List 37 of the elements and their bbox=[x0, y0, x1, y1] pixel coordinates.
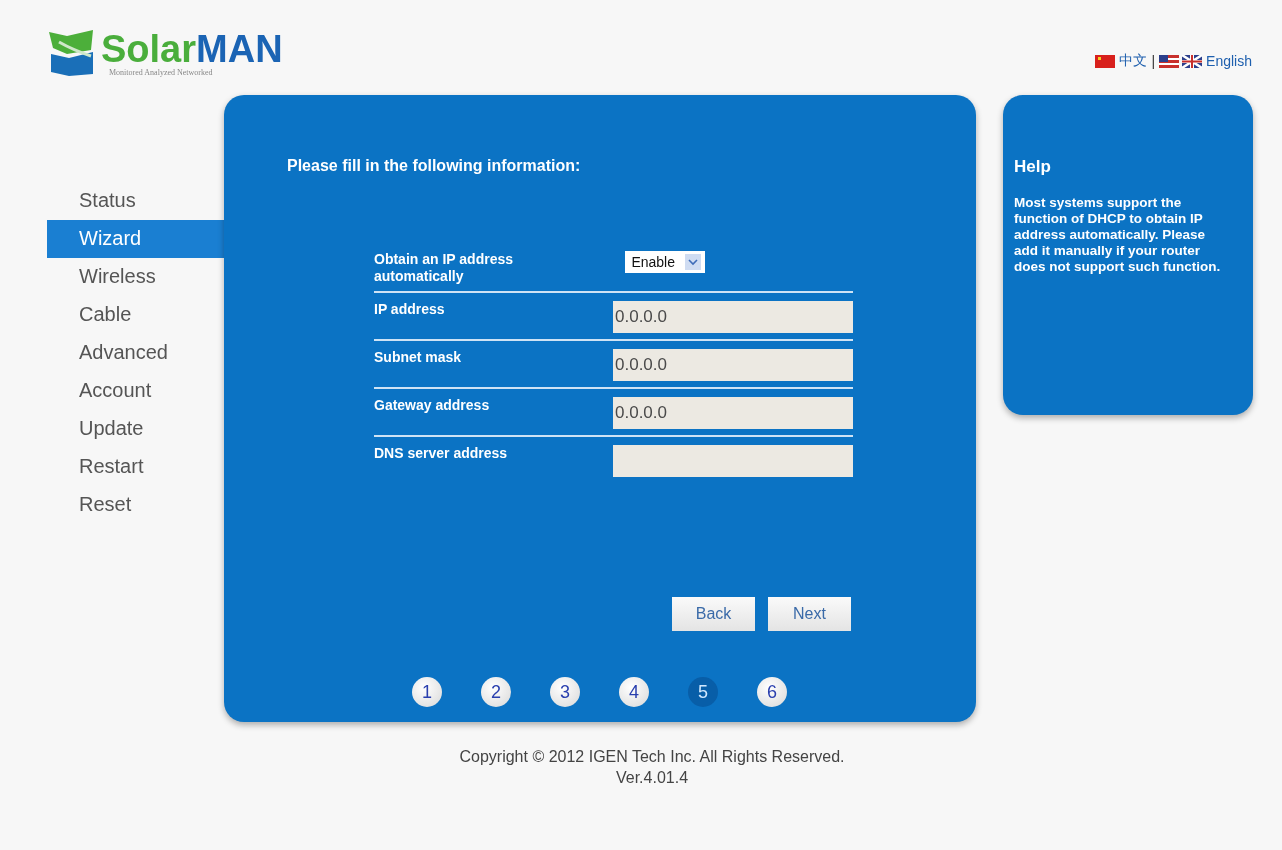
sidebar-item[interactable]: Wireless bbox=[47, 258, 224, 296]
language-link[interactable]: English bbox=[1206, 53, 1252, 69]
caret-icon bbox=[685, 254, 701, 270]
flag-icon bbox=[1159, 54, 1180, 68]
dropdown[interactable]: Enable bbox=[625, 251, 705, 273]
flag-icon bbox=[1095, 54, 1116, 68]
help-text: Most systems support the function of DHCP to obtain IP address automatically. Please add it manually if your router does not support such function. bbox=[1014, 195, 1222, 275]
flag-icon bbox=[1182, 54, 1203, 68]
field-label: DNS server address bbox=[374, 445, 509, 463]
logo-tagline: Monitored Analyzed Networked bbox=[109, 67, 214, 77]
copyright-text: Copyright © 2012 IGEN Tech Inc. All Rights Reserved. bbox=[459, 747, 845, 767]
logo-text: SolarMAN bbox=[101, 29, 283, 68]
step-indicator[interactable]: 2 bbox=[481, 677, 511, 707]
language-link[interactable]: 中文 bbox=[1119, 52, 1148, 70]
sidebar-item[interactable]: Reset bbox=[47, 486, 224, 524]
help-title: Help bbox=[1014, 157, 1052, 177]
sidebar-item[interactable]: Advanced bbox=[47, 334, 224, 372]
sidebar-item[interactable]: Restart bbox=[47, 448, 224, 486]
step-indicator[interactable]: 1 bbox=[412, 677, 442, 707]
sidebar-item[interactable]: Update bbox=[47, 410, 224, 448]
sidebar-item[interactable]: Account bbox=[47, 372, 224, 410]
back-button[interactable]: Back bbox=[672, 597, 755, 631]
step-indicator[interactable]: 6 bbox=[757, 677, 787, 707]
sidebar-item[interactable]: Status bbox=[47, 182, 224, 220]
next-button[interactable]: Next bbox=[768, 597, 851, 631]
field-label: Obtain an IP address automatically bbox=[374, 251, 514, 285]
step-indicator[interactable]: 4 bbox=[619, 677, 649, 707]
step-indicator[interactable]: 5 bbox=[688, 677, 718, 707]
language-separator: | bbox=[1151, 53, 1156, 69]
field-label: IP address bbox=[374, 301, 446, 319]
step-indicator[interactable]: 3 bbox=[550, 677, 580, 707]
sidebar-item[interactable]: Wizard bbox=[47, 220, 224, 258]
sidebar-item[interactable]: Cable bbox=[47, 296, 224, 334]
wizard-title: Please fill in the following information: bbox=[287, 157, 582, 175]
field-label: Subnet mask bbox=[374, 349, 463, 367]
version-text: Ver.4.01.4 bbox=[615, 768, 689, 788]
field-label: Gateway address bbox=[374, 397, 491, 415]
